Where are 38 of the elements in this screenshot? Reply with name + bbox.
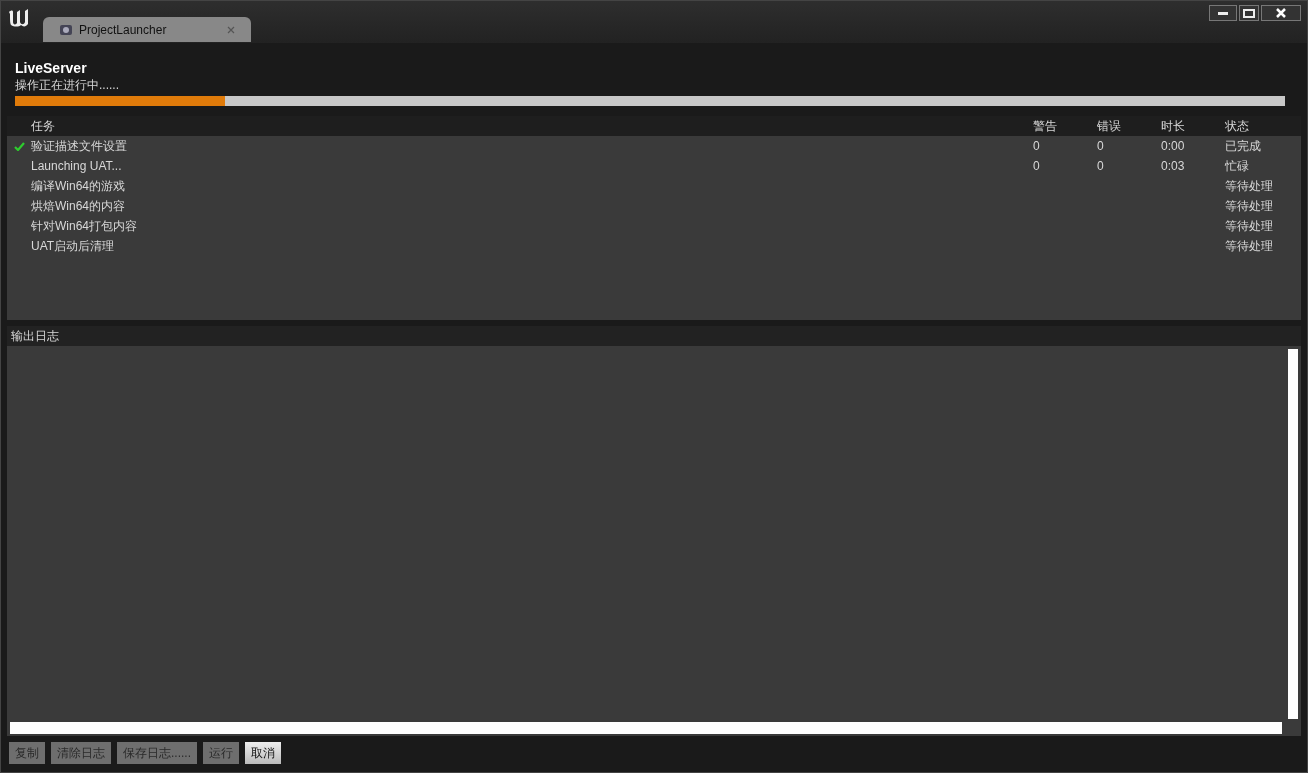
horizontal-scrollbar[interactable] (10, 722, 1282, 734)
column-header[interactable]: 错误 (1097, 117, 1161, 135)
task-name: 针对Win64打包内容 (31, 219, 137, 233)
duration: 0:00 (1161, 139, 1185, 153)
minimize-button[interactable] (1209, 5, 1237, 21)
column-header[interactable]: 状态 (1225, 117, 1289, 135)
task-status: 忙碌 (1225, 159, 1249, 173)
status-text: 操作正在进行中...... (15, 77, 120, 93)
duration: 0:03 (1161, 159, 1185, 173)
error-count: 0 (1097, 139, 1104, 153)
column-header[interactable]: 任务 (31, 117, 1033, 135)
maximize-button[interactable] (1239, 5, 1259, 21)
column-header[interactable]: 警告 (1033, 117, 1097, 135)
task-status: 已完成 (1225, 139, 1261, 153)
profile-name: LiveServer (15, 59, 88, 77)
task-name: 编译Win64的游戏 (31, 179, 125, 193)
column-header[interactable]: 时长 (1161, 117, 1225, 135)
log-title: 输出日志 (11, 328, 59, 345)
warning-count: 0 (1033, 159, 1040, 173)
close-icon (1276, 8, 1286, 18)
launcher-icon (59, 22, 73, 37)
warning-count: 0 (1033, 139, 1040, 153)
task-status: 等待处理 (1225, 239, 1273, 253)
task-name: UAT启动后清理 (31, 239, 115, 253)
task-status: 等待处理 (1225, 199, 1273, 213)
vertical-scrollbar[interactable] (1288, 349, 1298, 719)
error-count: 0 (1097, 159, 1104, 173)
minimize-icon (1218, 11, 1228, 15)
action-button[interactable]: 取消 (245, 742, 281, 764)
maximize-icon (1243, 8, 1255, 18)
close-button[interactable] (1261, 5, 1301, 21)
task-status: 等待处理 (1225, 179, 1273, 193)
task-name: Launching UAT... (31, 159, 122, 173)
task-status: 等待处理 (1225, 219, 1273, 233)
task-name: 验证描述文件设置 (31, 139, 127, 153)
tab[interactable]: ProjectLauncher (43, 17, 251, 42)
task-name: 烘焙Win64的内容 (31, 199, 125, 213)
logo-icon (7, 8, 29, 28)
